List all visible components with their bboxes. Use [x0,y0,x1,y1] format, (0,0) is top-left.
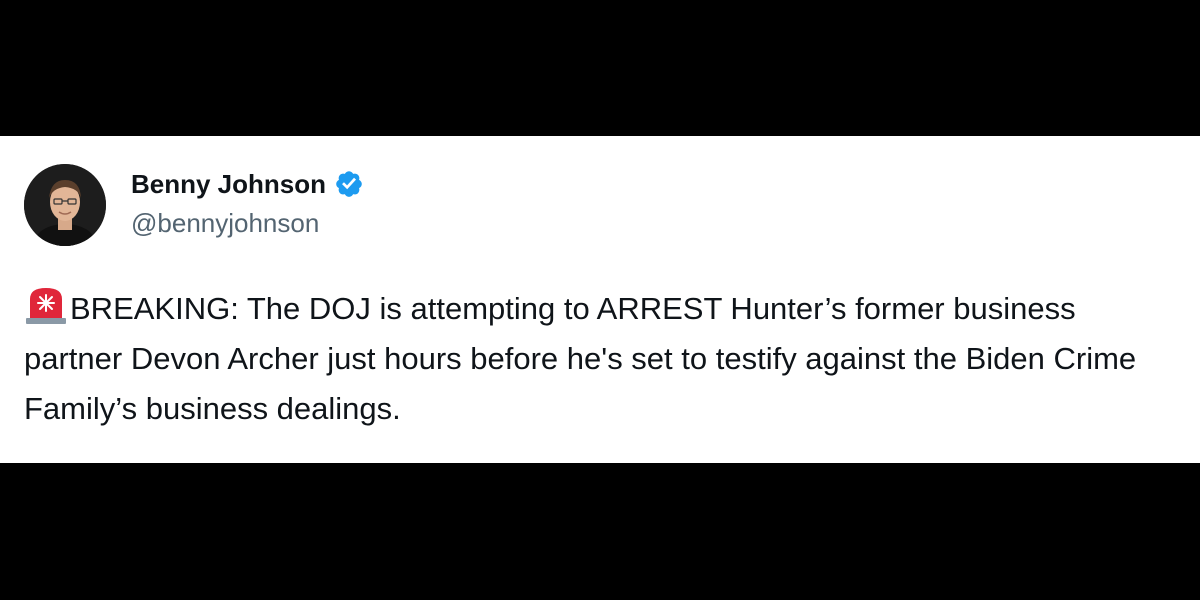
tweet-body-text: BREAKING: The DOJ is attempting to ARRES… [24,291,1145,426]
author-avatar[interactable] [24,164,106,246]
author-handle[interactable]: @bennyjohnson [131,208,319,239]
avatar-photo-icon [24,164,106,246]
tweet-card[interactable]: Benny Johnson @bennyjohnson BREAKING: Th… [0,136,1200,463]
author-name-row[interactable]: Benny Johnson [131,168,364,200]
bottom-letterbox-bar [0,463,1200,600]
author-display-name[interactable]: Benny Johnson [131,169,326,200]
verified-badge-icon [336,171,362,197]
tweet-text: BREAKING: The DOJ is attempting to ARRES… [24,284,1174,434]
top-letterbox-bar [0,0,1200,136]
police-siren-icon [26,288,66,324]
